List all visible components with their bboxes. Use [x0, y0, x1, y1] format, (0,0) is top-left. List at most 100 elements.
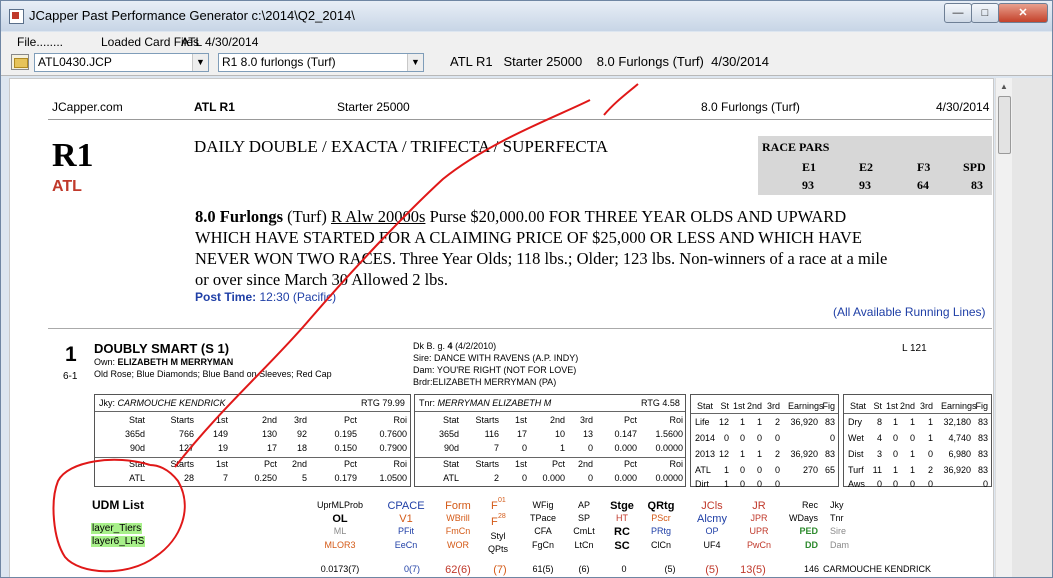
stat-cell: 365d — [438, 429, 459, 439]
track-code: ATL — [52, 178, 82, 195]
udm-item-lhs[interactable]: layer6_LHS — [91, 536, 146, 547]
stat-cell: 0.147 — [614, 429, 637, 439]
stat-cell: 0 — [587, 443, 593, 453]
title-bar[interactable]: JCapper Past Performance Generator c:\20… — [1, 1, 1052, 31]
factor-label: F — [491, 500, 498, 512]
par-label-e2: E2 — [859, 160, 874, 174]
stat-header-cell: 2nd — [577, 459, 593, 469]
par-label-e1: E1 — [802, 160, 817, 174]
chevron-down-icon[interactable]: ▼ — [192, 54, 208, 71]
app-window: JCapper Past Performance Generator c:\20… — [0, 0, 1053, 578]
stat-cell: 1.0500 — [379, 473, 407, 483]
stat-divider — [415, 457, 685, 458]
par-value-spd: 83 — [971, 178, 983, 192]
trainer-name: MERRYMAN ELIZABETH M — [437, 398, 552, 408]
factor-label: OL — [332, 513, 348, 525]
trainer-rating: RTG 4.58 — [641, 398, 680, 408]
par-value-e1: 93 — [802, 178, 814, 192]
horse-name: DOUBLY SMART (S 1) — [94, 341, 230, 356]
stat-header-cell: Roi — [393, 459, 407, 469]
stat-cell: 90d — [129, 443, 145, 453]
stat-cell: 65 — [824, 465, 835, 475]
par-value-e2: 93 — [859, 178, 871, 192]
stat-cell: 0.0000 — [655, 473, 683, 483]
condition-line-4: or over since March 30 Allowed 2 lbs. — [195, 270, 448, 289]
stat-header-cell: Stat — [442, 459, 459, 469]
factor-label: MLOR3 — [324, 540, 356, 550]
stat-cell: 2 — [927, 465, 933, 475]
factor-label: CPACE — [387, 500, 425, 512]
sheet-race: ATL R1 — [194, 100, 235, 114]
pp-sheet[interactable]: JCapper.com ATL R1 Starter 25000 8.0 Fur… — [9, 78, 994, 577]
factor-label: Styl — [490, 531, 506, 541]
file-select[interactable]: ATL0430.JCP ▼ — [34, 53, 209, 72]
jockey-label: Jky: — [99, 398, 116, 408]
stat-cell: 1.5600 — [655, 429, 683, 439]
stat-cell: 0 — [774, 479, 780, 489]
condition-race-type: R Alw 20000s — [331, 207, 426, 226]
post-time-label: Post Time: — [195, 290, 257, 304]
stat-cell: 0 — [829, 433, 835, 443]
post-time-value: 12:30 (Pacific) — [259, 290, 337, 304]
stat-cell: 0.000 — [614, 473, 637, 483]
maximize-button[interactable]: □ — [971, 3, 999, 23]
horse-sire: Sire: DANCE WITH RAVENS (A.P. INDY) — [413, 353, 579, 363]
file-select-value: ATL0430.JCP — [38, 55, 112, 69]
minimize-button[interactable]: — — [944, 3, 972, 23]
udm-item-tiers[interactable]: layer_Tiers — [91, 523, 143, 534]
menu-file[interactable]: File........ — [17, 35, 63, 49]
scroll-thumb[interactable] — [998, 96, 1011, 154]
chevron-down-icon[interactable]: ▼ — [407, 54, 423, 71]
stat-cell: 2 — [774, 449, 780, 459]
close-button[interactable]: ✕ — [998, 3, 1048, 23]
horse-program-number: 1 — [65, 343, 77, 366]
stat-header-cell: 3rd — [766, 401, 780, 411]
stat-header-cell: Stat — [442, 415, 459, 425]
race-select[interactable]: R1 8.0 furlongs (Turf) ▼ — [218, 53, 424, 72]
stat-cell: 0.7600 — [379, 429, 407, 439]
scroll-up-icon[interactable]: ▲ — [996, 79, 1012, 95]
horse-divider — [48, 328, 992, 329]
stat-cell: 92 — [296, 429, 307, 439]
vertical-scrollbar[interactable]: ▲ — [995, 78, 1012, 577]
menu-card-date[interactable]: ATL 4/30/2014 — [181, 35, 258, 49]
jockey-header: Jky: CARMOUCHE KENDRICK — [99, 398, 226, 408]
condition-surface: (Turf) — [287, 207, 327, 226]
stat-header-cell: 1st — [514, 459, 527, 469]
stat-cell: 83 — [977, 449, 988, 459]
all-running-lines-link[interactable]: (All Available Running Lines) — [833, 305, 986, 319]
factor-label: EeCn — [394, 540, 418, 550]
stat-cell: 149 — [212, 429, 228, 439]
jockey-header-divider — [95, 411, 410, 412]
stat-cell: 0 — [982, 479, 988, 489]
stat-cell: 83 — [977, 417, 988, 427]
window-title: JCapper Past Performance Generator c:\20… — [29, 8, 355, 23]
condition-furlongs: 8.0 Furlongs — [195, 207, 284, 226]
stat-header-cell: 3rd — [293, 415, 307, 425]
condition-line-1: Purse $20,000.00 FOR THREE YEAR OLDS AND… — [429, 207, 847, 226]
stat-cell: 0.7900 — [379, 443, 407, 453]
factor-label: F — [491, 516, 498, 528]
factor-value: CARMOUCHE KENDRICK — [823, 564, 932, 574]
stat-header-cell: Pct — [623, 415, 637, 425]
horse-description: Dk B. g. 4 (4/2/2010) — [413, 341, 496, 351]
factor-label: Tnr — [830, 513, 844, 523]
sheet-site: JCapper.com — [52, 100, 123, 114]
surface-stats-box: Stat St 1st 2nd 3rd Earnings Fig Dry 8 1 1 1 32,180 8… — [843, 394, 992, 489]
folder-icon[interactable] — [11, 54, 29, 70]
sheet-distance: 8.0 Furlongs (Turf) — [701, 100, 800, 114]
stat-cell: 13 — [582, 429, 593, 439]
factor-label: Jky — [830, 500, 844, 510]
window-frame-right — [1012, 78, 1052, 577]
info-class: Starter 25000 — [503, 54, 583, 69]
par-label-f3: F3 — [917, 160, 931, 174]
stat-cell: 0 — [927, 449, 933, 459]
par-value-f3: 64 — [917, 178, 929, 192]
stat-cell: 0 — [587, 473, 593, 483]
race-pars-title: RACE PARS — [762, 140, 830, 154]
stat-cell: 0 — [521, 443, 527, 453]
stat-header-cell: Roi — [393, 415, 407, 425]
stat-header-cell: Fig — [822, 401, 835, 411]
info-distance: 8.0 Furlongs (Turf) — [596, 54, 704, 69]
factor-label: PFit — [397, 526, 414, 536]
